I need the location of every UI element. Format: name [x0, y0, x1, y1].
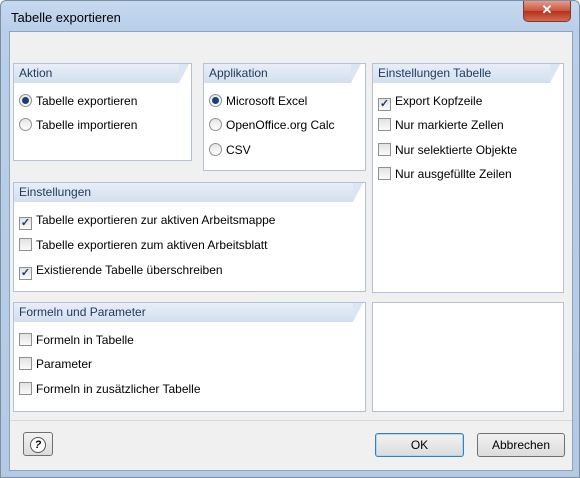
- radio-label: CSV: [226, 143, 251, 157]
- checkbox[interactable]: [19, 357, 32, 370]
- checkbox-export-kopfzeile[interactable]: ✓ Export Kopfzeile: [378, 92, 483, 111]
- formeln-parameter-group: Formeln und Parameter Formeln in Tabelle…: [13, 302, 366, 412]
- title-bar: Tabelle exportieren ✕: [1, 1, 579, 31]
- checkbox[interactable]: [19, 238, 32, 251]
- checkbox-export-aktive-arbeitsmappe[interactable]: ✓ Tabelle exportieren zur aktiven Arbeits…: [19, 211, 276, 230]
- checkbox-nur-markierte-zellen[interactable]: Nur markierte Zellen: [378, 116, 504, 134]
- cancel-button[interactable]: Abbrechen: [477, 433, 565, 457]
- checkbox-tabelle-ueberschreiben[interactable]: ✓ Existierende Tabelle überschreiben: [19, 261, 223, 280]
- checkbox[interactable]: [19, 333, 32, 346]
- radio-csv[interactable]: CSV: [209, 141, 251, 159]
- checkbox-nur-ausgefuellte-zeilen[interactable]: Nur ausgefüllte Zeilen: [378, 165, 512, 183]
- checkbox-label: Existierende Tabelle überschreiben: [36, 263, 223, 277]
- checkbox-checked[interactable]: ✓: [378, 98, 391, 111]
- checkbox-export-aktives-arbeitsblatt[interactable]: Tabelle exportieren zum aktiven Arbeitsb…: [19, 236, 267, 254]
- radio-button-selected[interactable]: [209, 94, 222, 107]
- checkbox[interactable]: [19, 382, 32, 395]
- aktion-group-title: Aktion: [14, 64, 189, 83]
- dialog-footer: ? OK Abbrechen: [10, 420, 572, 471]
- einstellungen-group: Einstellungen ✓ Tabelle exportieren zur a…: [13, 182, 366, 292]
- close-button[interactable]: ✕: [523, 1, 571, 22]
- checkbox-label: Nur selektierte Objekte: [395, 143, 518, 157]
- radio-label: Microsoft Excel: [226, 94, 308, 108]
- checkbox-label: Formeln in Tabelle: [36, 333, 134, 347]
- checkbox-label: Parameter: [36, 357, 93, 371]
- help-button[interactable]: ?: [23, 432, 53, 456]
- applikation-group-title: Applikation: [204, 64, 361, 83]
- einstellungen-tabelle-group: Einstellungen Tabelle ✓ Export Kopfzeile …: [372, 63, 564, 293]
- checkbox-checked[interactable]: ✓: [19, 217, 32, 230]
- radio-label: Tabelle exportieren: [36, 94, 138, 108]
- checkbox-checked[interactable]: ✓: [19, 267, 32, 280]
- radio-openoffice-calc[interactable]: OpenOffice.org Calc: [209, 116, 335, 134]
- checkbox-label: Nur ausgefüllte Zeilen: [395, 167, 512, 181]
- checkbox-label: Tabelle exportieren zum aktiven Arbeitsb…: [36, 238, 268, 252]
- aktion-group: Aktion Tabelle exportieren Tabelle impor…: [13, 63, 192, 161]
- checkbox[interactable]: [378, 118, 391, 131]
- applikation-group: Applikation Microsoft Excel OpenOffice.o…: [203, 63, 366, 171]
- checkbox-nur-selektierte-objekte[interactable]: Nur selektierte Objekte: [378, 141, 517, 159]
- close-icon: ✕: [541, 2, 553, 17]
- checkbox-label: Tabelle exportieren zur aktiven Arbeitsm…: [36, 213, 276, 227]
- checkbox-label: Nur markierte Zellen: [395, 118, 504, 132]
- window-title: Tabelle exportieren: [11, 10, 121, 25]
- radio-button[interactable]: [19, 118, 32, 131]
- checkbox-parameter[interactable]: Parameter: [19, 355, 92, 373]
- checkbox-label: Export Kopfzeile: [395, 94, 483, 108]
- checkbox[interactable]: [378, 167, 391, 180]
- radio-label: OpenOffice.org Calc: [226, 118, 335, 132]
- radio-button-selected[interactable]: [19, 94, 32, 107]
- checkbox[interactable]: [378, 143, 391, 156]
- radio-tabelle-exportieren[interactable]: Tabelle exportieren: [19, 92, 137, 110]
- checkbox-formeln-in-tabelle[interactable]: Formeln in Tabelle: [19, 331, 134, 349]
- radio-label: Tabelle importieren: [36, 118, 138, 132]
- radio-tabelle-importieren[interactable]: Tabelle importieren: [19, 116, 137, 134]
- einstellungen-tabelle-group-title: Einstellungen Tabelle: [373, 64, 560, 83]
- ok-button[interactable]: OK: [375, 433, 464, 457]
- formeln-parameter-group-title: Formeln und Parameter: [14, 303, 363, 322]
- export-table-dialog: Tabelle exportieren ✕ Aktion Tabelle exp…: [0, 0, 580, 478]
- einstellungen-group-title: Einstellungen: [14, 183, 363, 202]
- radio-button[interactable]: [209, 143, 222, 156]
- empty-panel: [372, 302, 564, 412]
- radio-microsoft-excel[interactable]: Microsoft Excel: [209, 92, 307, 110]
- dialog-client-area: Aktion Tabelle exportieren Tabelle impor…: [9, 31, 573, 471]
- radio-button[interactable]: [209, 118, 222, 131]
- help-icon: ?: [30, 437, 46, 453]
- checkbox-formeln-zusaetzliche-tabelle[interactable]: Formeln in zusätzlicher Tabelle: [19, 380, 201, 398]
- checkbox-label: Formeln in zusätzlicher Tabelle: [36, 382, 201, 396]
